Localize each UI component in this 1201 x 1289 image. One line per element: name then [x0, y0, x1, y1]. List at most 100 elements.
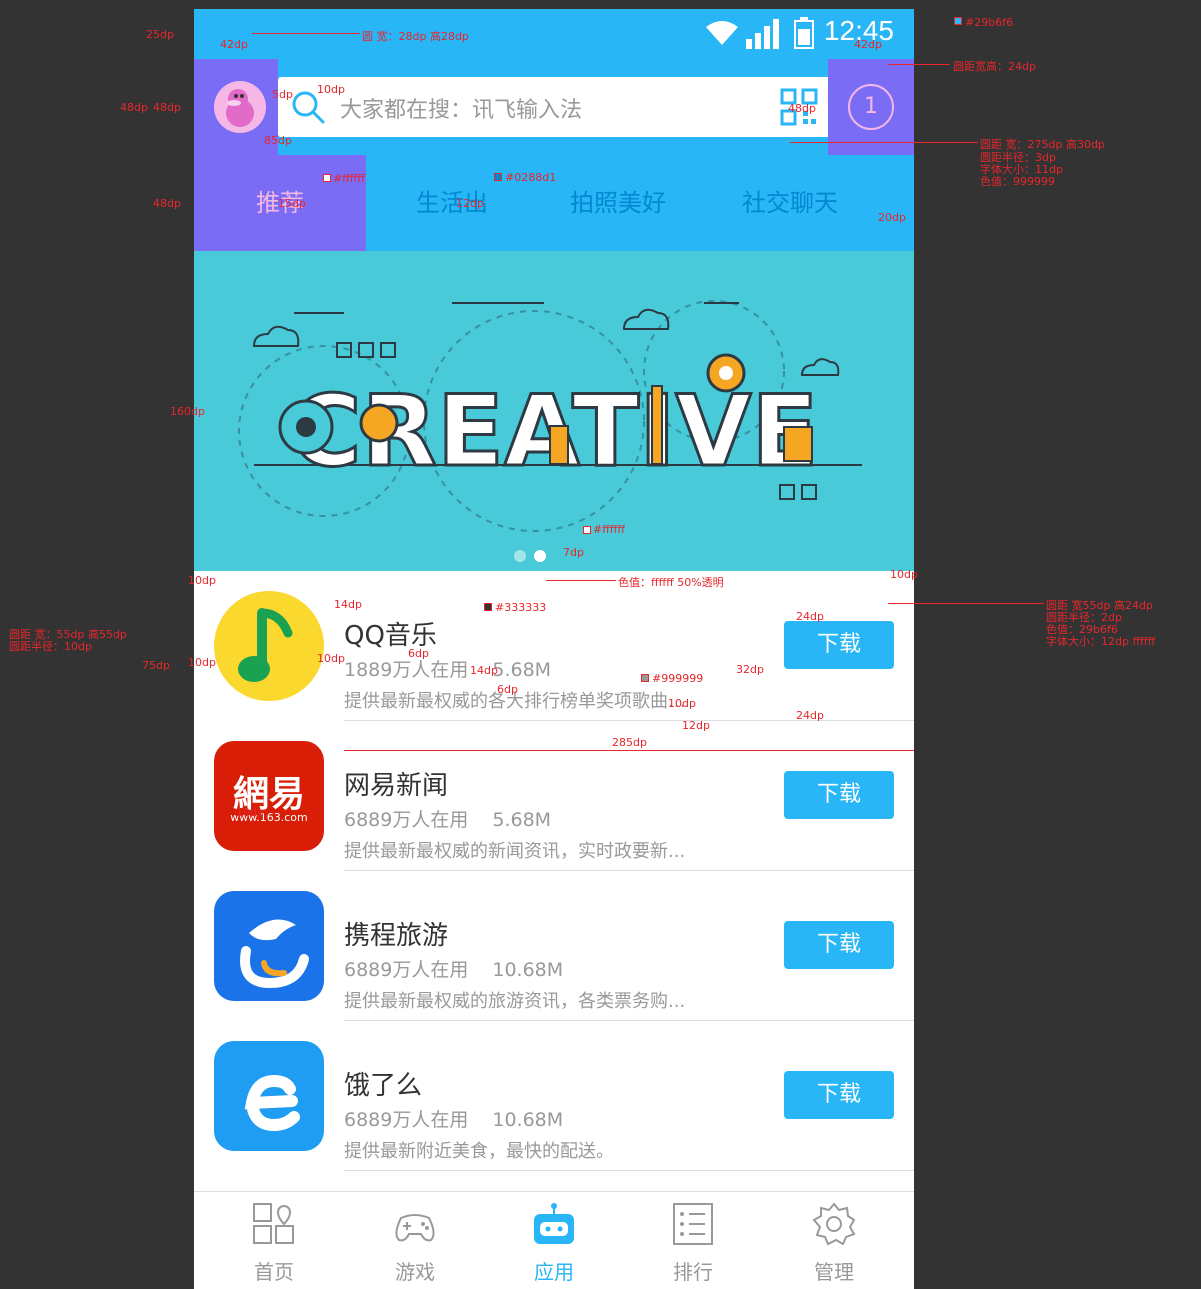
- app-meta: 6889万人在用 10.68M: [344, 955, 563, 982]
- annotation-label: 42dp: [220, 38, 248, 51]
- banner-dot-active[interactable]: [534, 550, 546, 562]
- wifi-icon: [706, 21, 738, 45]
- annotation-label: 48dp: [788, 102, 816, 115]
- annotation-leader: [790, 142, 978, 143]
- app-name: 携程旅游: [344, 921, 449, 951]
- annotation-label: 10dp: [890, 568, 918, 581]
- annotation-label: 48dp: [153, 101, 181, 114]
- banner-pagination: [514, 547, 554, 566]
- gear-icon: [812, 1202, 856, 1246]
- tab-life[interactable]: 生活出: [366, 155, 538, 251]
- message-area[interactable]: 1: [828, 59, 914, 155]
- tab-social[interactable]: 社交聊天: [704, 155, 876, 251]
- bottom-nav: 首页 游戏 应用 排行 管理: [194, 1191, 914, 1289]
- app-users: 1889万人在用: [344, 659, 469, 681]
- annotation-label: 42dp: [854, 38, 882, 51]
- divider: [344, 1170, 914, 1171]
- annotation-label: 14dp: [470, 664, 498, 677]
- nav-item-home[interactable]: 首页: [202, 1192, 346, 1289]
- search-input[interactable]: 大家都在搜：讯飞输入法: [340, 92, 582, 124]
- download-button[interactable]: 下载: [784, 921, 894, 969]
- ranking-list-icon: [673, 1203, 713, 1245]
- nav-item-manage[interactable]: 管理: [762, 1192, 906, 1289]
- annotation-label: #ffffff: [593, 523, 625, 536]
- color-swatch: [641, 674, 649, 682]
- app-users: 6889万人在用: [344, 959, 469, 981]
- nav-label: 管理: [814, 1260, 854, 1284]
- annotation-label: 12dp: [456, 197, 484, 210]
- app-size: 5.68M: [492, 809, 552, 831]
- app-meta: 1889万人在用 5.68M: [344, 655, 551, 682]
- robot-icon: [534, 1203, 574, 1244]
- nav-label: 排行: [673, 1260, 713, 1284]
- annotation-label: 14dp: [334, 598, 362, 611]
- app-name: 网易新闻: [344, 771, 449, 801]
- app-size: 5.68M: [492, 659, 552, 681]
- annotation-label: 色值：999999: [980, 175, 1055, 188]
- color-swatch: [494, 173, 502, 181]
- annotation-label: 85dp: [264, 134, 292, 147]
- annotation-label: 6dp: [497, 683, 518, 696]
- annotation-label: #0288d1: [505, 171, 557, 184]
- app-size: 10.68M: [492, 959, 564, 981]
- annotation-label: 10dp: [317, 83, 345, 96]
- app-size: 10.68M: [492, 1109, 564, 1131]
- nav-item-apps[interactable]: 应用: [482, 1192, 626, 1289]
- annotation-label: 圆 宽：28dp 高28dp: [362, 30, 469, 43]
- status-bar: 12:45: [194, 9, 914, 59]
- download-button[interactable]: 下载: [784, 621, 894, 669]
- annotation-label: 25dp: [146, 28, 174, 41]
- annotation-leader: [252, 33, 360, 34]
- netease-logo-text: 網易: [232, 774, 305, 815]
- banner-dot[interactable]: [514, 550, 526, 562]
- home-grid-icon: [253, 1203, 294, 1244]
- list-item[interactable]: 携程旅游 6889万人在用 10.68M 提供最新最权威的旅游资讯，各类票务购..…: [194, 871, 914, 1021]
- color-swatch: [484, 603, 492, 611]
- app-users: 6889万人在用: [344, 1109, 469, 1131]
- nav-item-ranking[interactable]: 排行: [621, 1192, 765, 1289]
- avatar[interactable]: [214, 81, 266, 133]
- gamepad-icon: [395, 1214, 435, 1242]
- color-swatch: [954, 17, 962, 25]
- annotation-label: 圆距半径：10dp: [9, 640, 92, 653]
- annotation-label: #29b6f6: [965, 16, 1014, 29]
- annotation-label: 10dp: [668, 697, 696, 710]
- annotation-label: 5dp: [272, 88, 293, 101]
- download-button[interactable]: 下载: [784, 771, 894, 819]
- annotation-label: 7dp: [563, 546, 584, 559]
- annotation-label: #ffffff: [333, 172, 365, 185]
- tab-photo[interactable]: 拍照美好: [532, 155, 704, 251]
- app-desc: 提供最新最权威的旅游资讯，各类票务购...: [344, 991, 686, 1012]
- download-button[interactable]: 下载: [784, 1071, 894, 1119]
- annotation-label: 160dp: [170, 405, 205, 418]
- qq-music-icon: [214, 591, 324, 701]
- list-item[interactable]: QQ音乐 1889万人在用 5.68M 提供最新最权威的各大排行榜单奖项歌曲...…: [194, 571, 914, 721]
- app-name: 饿了么: [344, 1071, 423, 1101]
- app-meta: 6889万人在用 10.68M: [344, 1105, 563, 1132]
- app-meta: 6889万人在用 5.68M: [344, 805, 551, 832]
- ctrip-icon: [214, 891, 324, 1001]
- nav-label: 游戏: [395, 1260, 435, 1284]
- nav-label: 应用: [534, 1260, 574, 1284]
- list-item[interactable]: 網易 www.163.com 网易新闻 6889万人在用 5.68M 提供最新最权…: [194, 721, 914, 871]
- annotation-label: 20dp: [878, 211, 906, 224]
- app-desc: 提供最新附近美食，最快的配送。: [344, 1141, 614, 1162]
- annotation-label: 285dp: [612, 736, 647, 749]
- app-users: 6889万人在用: [344, 809, 469, 831]
- annotation-label: 32dp: [736, 663, 764, 676]
- nav-item-games[interactable]: 游戏: [343, 1192, 487, 1289]
- annotation-label: 字体大小：12dp ffffff: [1046, 635, 1156, 648]
- banner[interactable]: CREATIVE: [194, 251, 914, 571]
- annotation-label: #333333: [495, 601, 547, 614]
- color-swatch: [323, 174, 331, 182]
- message-count-badge[interactable]: 1: [848, 84, 894, 130]
- annotation-label: 色值：ffffff 50%透明: [618, 576, 724, 589]
- eleme-icon: [214, 1041, 324, 1151]
- app-desc: 提供最新最权威的新闻资讯，实时政要新...: [344, 841, 686, 862]
- search-bar[interactable]: 大家都在搜：讯飞输入法: [278, 77, 830, 137]
- annotation-leader: [546, 580, 616, 581]
- annotation-label: 10dp: [317, 652, 345, 665]
- annotation-label: 24dp: [796, 610, 824, 623]
- battery-icon: [794, 17, 814, 49]
- list-item[interactable]: 饿了么 6889万人在用 10.68M 提供最新附近美食，最快的配送。 下载: [194, 1021, 914, 1171]
